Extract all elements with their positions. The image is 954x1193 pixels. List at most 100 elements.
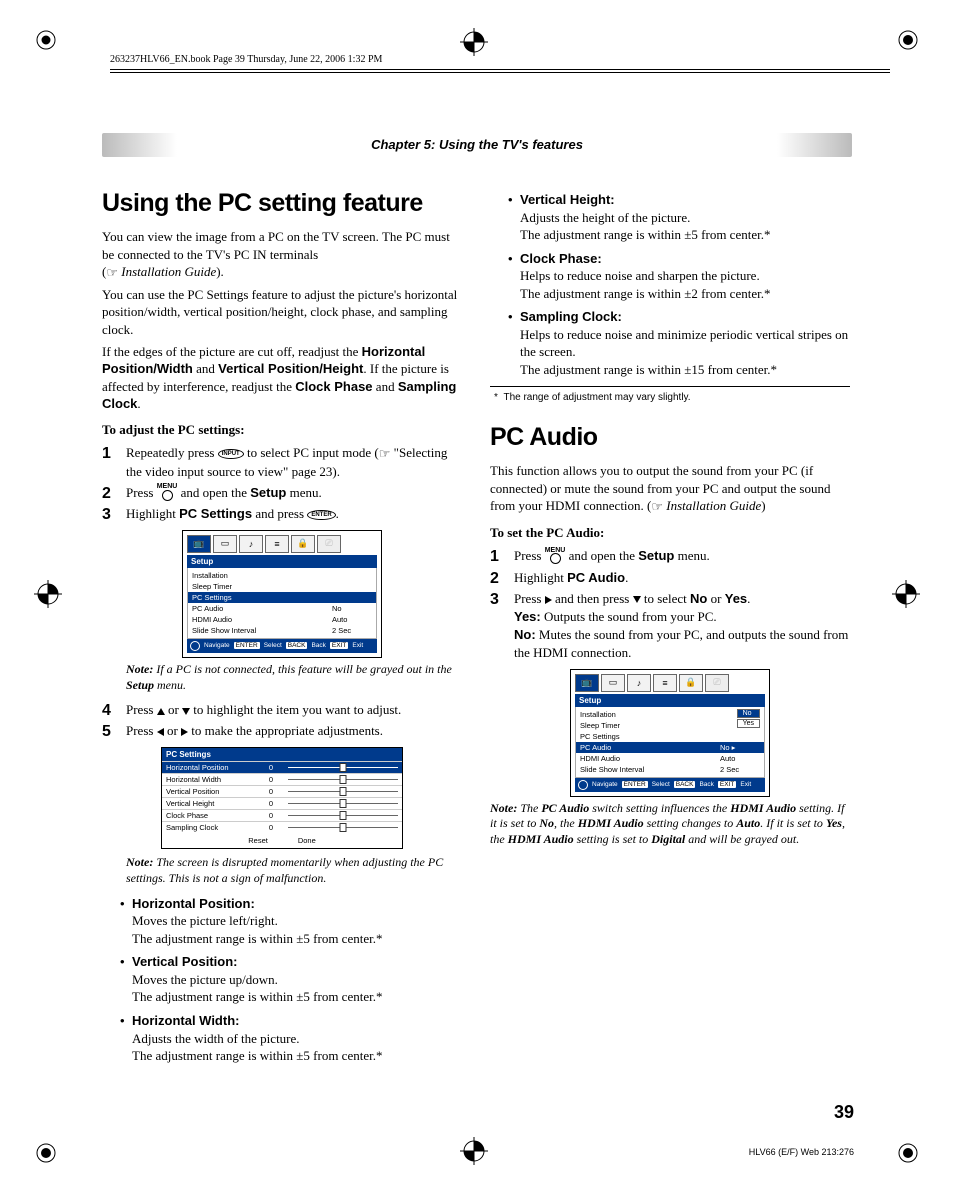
osd-tab-icon: ≡ — [265, 535, 289, 553]
header-meta: 263237HLV66_EN.book Page 39 Thursday, Ju… — [110, 54, 890, 73]
right-arrow-icon — [181, 728, 188, 736]
sub-heading: To set the PC Audio: — [490, 524, 850, 542]
step-item: 1 Press MENU and open the Setup menu. — [490, 547, 850, 566]
bullet-item: Horizontal Position:Moves the picture le… — [120, 895, 462, 948]
note-text: Note: The screen is disrupted momentaril… — [126, 855, 462, 886]
pointer-icon: ☞ — [379, 445, 391, 463]
navigate-icon — [578, 780, 588, 790]
sub-heading: To adjust the PC settings: — [102, 421, 462, 439]
osd-row: PC Settings — [576, 731, 764, 742]
pcset-reset: Reset — [248, 836, 268, 845]
pcset-row: Sampling Clock0 — [162, 822, 402, 834]
osd-tab-icon: ▭ — [601, 674, 625, 692]
crop-mark-icon — [896, 1141, 920, 1165]
right-arrow-icon — [545, 596, 552, 604]
body-text: This function allows you to output the s… — [490, 462, 850, 516]
osd-tab-icon: ♪ — [239, 535, 263, 553]
osd-tab-icon: ≡ — [653, 674, 677, 692]
osd-tab-icon: ▭ — [213, 535, 237, 553]
page: 263237HLV66_EN.book Page 39 Thursday, Ju… — [0, 0, 954, 1193]
osd-tab-icon: 🔒 — [291, 535, 315, 553]
bullet-item: Horizontal Width:Adjusts the width of th… — [120, 1012, 462, 1065]
pcset-row: Vertical Position0 — [162, 786, 402, 798]
registration-mark-icon — [892, 580, 920, 608]
note-text: Note: The PC Audio switch setting influe… — [490, 801, 850, 848]
crop-mark-icon — [896, 28, 920, 52]
pc-settings-screenshot: PC Settings Horizontal Position0 Horizon… — [161, 747, 403, 849]
page-number: 39 — [834, 1102, 854, 1123]
pcset-row: Horizontal Width0 — [162, 774, 402, 786]
header-meta-text: 263237HLV66_EN.book Page 39 Thursday, Ju… — [110, 54, 382, 65]
step-number: 3 — [102, 505, 126, 524]
step-item: 5 Press or to make the appropriate adjus… — [102, 722, 462, 741]
step-item: 2 Press MENU and open the Setup menu. — [102, 484, 462, 503]
body-text: If the edges of the picture are cut off,… — [102, 343, 462, 413]
crop-mark-icon — [34, 1141, 58, 1165]
bullet-item: Sampling Clock:Helps to reduce noise and… — [508, 308, 850, 378]
footnote-rule — [490, 386, 850, 387]
registration-mark-icon — [460, 28, 488, 56]
osd-row: HDMI AudioAuto — [188, 614, 376, 625]
osd-row-selected: PC AudioNo ▸ — [576, 742, 764, 753]
footnote: * The range of adjustment may vary sligh… — [504, 391, 850, 405]
note-text: Note: If a PC is not connected, this fea… — [126, 662, 462, 693]
osd-row-selected: PC Settings — [188, 592, 376, 603]
step-item: 4 Press or to highlight the item you wan… — [102, 701, 462, 720]
left-arrow-icon — [157, 728, 164, 736]
registration-mark-icon — [460, 1137, 488, 1165]
osd-footer: Navigate ENTERSelect BACKBack EXITExit — [187, 639, 377, 653]
osd-title: Setup — [575, 694, 765, 707]
menu-button-icon: MENU — [545, 549, 566, 567]
pcset-row: Clock Phase0 — [162, 810, 402, 822]
osd-tab-icon: ♪ — [627, 674, 651, 692]
osd-screenshot: 📺 ▭ ♪ ≡ 🔒 ⎚ Setup Installation Sleep Tim… — [570, 669, 770, 797]
section-heading: PC Audio — [490, 423, 850, 452]
down-arrow-icon — [633, 596, 641, 603]
input-button-icon: INPUT — [218, 449, 244, 459]
pcset-done: Done — [298, 836, 316, 845]
bullet-item: Clock Phase:Helps to reduce noise and sh… — [508, 250, 850, 303]
enter-button-icon: ENTER — [307, 510, 335, 520]
step-item: 1 Repeatedly press INPUT to select PC in… — [102, 444, 462, 481]
down-arrow-icon — [182, 708, 190, 715]
bullet-item: Vertical Height:Adjusts the height of th… — [508, 191, 850, 244]
pointer-icon: ☞ — [106, 264, 118, 282]
osd-row: HDMI AudioAuto — [576, 753, 764, 764]
osd-row: PC AudioNo — [188, 603, 376, 614]
body-text: You can use the PC Settings feature to a… — [102, 286, 462, 339]
left-column: Using the PC setting feature You can vie… — [102, 177, 462, 1071]
pcset-title: PC Settings — [162, 748, 402, 761]
osd-screenshot: 📺 ▭ ♪ ≡ 🔒 ⎚ Setup Installation Sleep Tim… — [182, 530, 382, 658]
osd-option-popup: No Yes — [737, 709, 760, 728]
step-number: 2 — [490, 569, 514, 588]
right-column: Vertical Height:Adjusts the height of th… — [490, 177, 850, 1071]
osd-tab-icon: ⎚ — [317, 535, 341, 553]
step-item: 2 Highlight PC Audio. — [490, 569, 850, 588]
osd-tab-icon: 📺 — [575, 674, 599, 692]
osd-tab-icon: 📺 — [187, 535, 211, 553]
chapter-bar: Chapter 5: Using the TV's features — [102, 133, 852, 157]
osd-tab-icon: 🔒 — [679, 674, 703, 692]
step-number: 2 — [102, 484, 126, 503]
step-number: 1 — [102, 444, 126, 463]
osd-row: Slide Show Interval2 Sec — [188, 625, 376, 636]
step-number: 1 — [490, 547, 514, 566]
pcset-row-selected: Horizontal Position0 — [162, 762, 402, 774]
registration-mark-icon — [34, 580, 62, 608]
step-number: 3 — [490, 590, 514, 609]
chapter-title: Chapter 5: Using the TV's features — [371, 137, 583, 152]
osd-row: Installation — [188, 570, 376, 581]
step-item: 3 Highlight PC Settings and press ENTER. — [102, 505, 462, 524]
osd-footer: Navigate ENTERSelect BACKBack EXITExit — [575, 778, 765, 792]
step-number: 4 — [102, 701, 126, 720]
step-item: 3 Press and then press to select No or Y… — [490, 590, 850, 663]
pcset-row: Vertical Height0 — [162, 798, 402, 810]
bullet-item: Vertical Position:Moves the picture up/d… — [120, 953, 462, 1006]
pointer-icon: ☞ — [651, 498, 663, 516]
up-arrow-icon — [157, 708, 165, 715]
crop-mark-icon — [34, 28, 58, 52]
section-heading: Using the PC setting feature — [102, 189, 462, 218]
menu-button-icon: MENU — [157, 485, 178, 503]
osd-tab-icon: ⎚ — [705, 674, 729, 692]
step-number: 5 — [102, 722, 126, 741]
